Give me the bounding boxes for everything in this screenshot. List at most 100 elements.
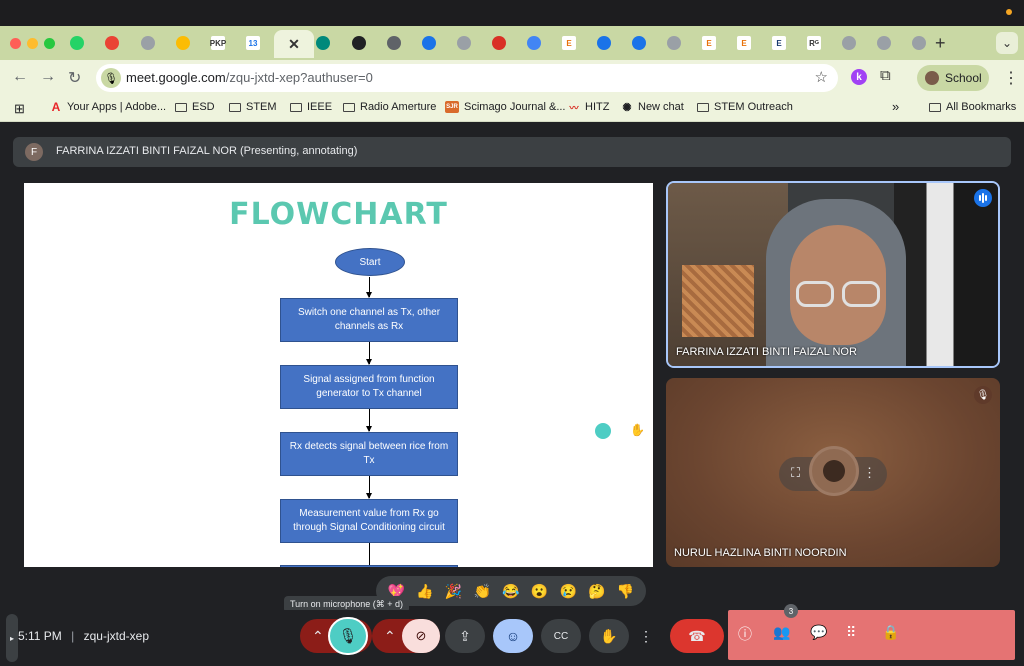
present-screen-button[interactable]: ⇪ — [445, 619, 485, 653]
tab-meet[interactable] — [314, 34, 332, 52]
apps-grid-icon[interactable]: ⊞ — [14, 101, 25, 117]
raise-hand-button[interactable]: ✋ — [589, 619, 629, 653]
reaction-crying[interactable]: 😢 — [560, 583, 577, 600]
new-tab-button[interactable]: + — [935, 33, 946, 54]
camera-control: ⌃ ⊘ — [372, 619, 440, 653]
side-panel-toggle[interactable]: ▸ — [6, 614, 18, 662]
tab-e[interactable]: E — [560, 34, 578, 52]
tab-pkp[interactable]: PKP — [209, 34, 227, 52]
profile-button[interactable]: School — [917, 65, 989, 91]
camera-options-chevron-icon[interactable]: ⌃ — [384, 628, 396, 645]
bookmark-stem[interactable]: STEM — [229, 101, 277, 113]
tab-globe[interactable] — [840, 34, 858, 52]
address-bar[interactable]: 🎙 meet.google.com/zqu-jxtd-xep?authuser=… — [96, 64, 838, 92]
bookmark-esd[interactable]: ESD — [175, 101, 215, 113]
bookmark-stem-outreach[interactable]: STEM Outreach — [697, 101, 793, 113]
bookmark-label: Scimago Journal &... — [464, 101, 566, 113]
tab-researchgate[interactable]: Rᴳ — [805, 34, 823, 52]
presenter-avatar: F — [25, 143, 43, 161]
close-tab-icon[interactable]: ✕ — [288, 36, 300, 53]
tab-gmail[interactable] — [103, 34, 121, 52]
leave-call-button[interactable]: ☎ — [670, 619, 724, 653]
reaction-laughing[interactable]: 😂 — [502, 583, 519, 600]
flowchart-step-4: Measurement value from Rx go through Sig… — [280, 499, 458, 543]
meeting-details-icon[interactable]: ⓘ — [738, 624, 752, 644]
tab-globe[interactable] — [139, 34, 157, 52]
bookmark-adobe[interactable]: A Your Apps | Adobe... — [50, 100, 166, 114]
bookmark-scimago[interactable]: SJR Scimago Journal &... — [445, 101, 566, 113]
reaction-clapping[interactable]: 👏 — [474, 583, 491, 600]
folder-icon — [229, 102, 241, 112]
tab-calendar[interactable]: 13 — [244, 34, 262, 52]
participant-tile-speaking[interactable]: FARRINA IZZATI BINTI FAIZAL NOR — [666, 181, 1000, 368]
all-bookmarks[interactable]: All Bookmarks — [929, 101, 1016, 113]
tab-shield[interactable] — [630, 34, 648, 52]
tab-gear[interactable] — [420, 34, 438, 52]
microphone-in-use-icon[interactable]: 🎙 — [101, 68, 121, 88]
browser-menu-icon[interactable]: ⋮ — [1003, 68, 1019, 88]
minimize-window-button[interactable] — [27, 38, 38, 49]
e-icon: E — [702, 36, 716, 50]
close-window-button[interactable] — [10, 38, 21, 49]
presentation-slide: FLOWCHART Start Switch one channel as Tx… — [24, 183, 653, 567]
reaction-thumbs-down[interactable]: 👎 — [617, 583, 634, 600]
host-controls-icon[interactable]: 🔒 — [882, 624, 899, 641]
url-text[interactable]: meet.google.com/zqu-jxtd-xep?authuser=0 — [126, 70, 373, 85]
extensions-puzzle-icon[interactable]: ⧉ — [880, 67, 891, 84]
doc-icon — [387, 36, 401, 50]
tab-drive[interactable] — [174, 34, 192, 52]
bookmark-radio[interactable]: Radio Amerture — [343, 101, 436, 113]
bookmark-star-icon[interactable]: ☆ — [815, 68, 828, 86]
bookmark-hitz[interactable]: 〰 HITZ — [568, 101, 609, 113]
tab-globe[interactable] — [910, 34, 928, 52]
tab-globe[interactable] — [665, 34, 683, 52]
folder-icon — [175, 102, 187, 112]
globe-icon — [141, 36, 155, 50]
participant-tile[interactable]: 🎙 ⛶ ⋮ NURUL HAZLINA BINTI NOORDIN — [666, 378, 1000, 567]
tab-layers[interactable] — [525, 34, 543, 52]
back-button[interactable]: ← — [12, 68, 28, 86]
extension-k-icon[interactable]: k — [851, 69, 867, 85]
bookmark-new-chat[interactable]: ✺ New chat — [621, 101, 683, 114]
tab-globe[interactable] — [875, 34, 893, 52]
chat-icon[interactable]: 💬 — [810, 624, 827, 641]
navigation-bar: ← → ↻ 🎙 meet.google.com/zqu-jxtd-xep?aut… — [0, 60, 1024, 96]
hitz-icon — [492, 36, 506, 50]
tab-chatgpt[interactable] — [350, 34, 368, 52]
shield-icon — [597, 36, 611, 50]
reaction-surprised[interactable]: 😮 — [531, 583, 548, 600]
activities-icon[interactable]: ⠿ — [846, 624, 856, 641]
reaction-party-popper[interactable]: 🎉 — [445, 583, 462, 600]
camera-off-button[interactable]: ⊘ — [402, 619, 440, 653]
tab-e[interactable]: E — [735, 34, 753, 52]
layers-icon — [527, 36, 541, 50]
people-icon[interactable]: 👥 — [773, 624, 790, 641]
more-bookmarks-icon[interactable]: » — [892, 99, 899, 114]
zoom-window-button[interactable] — [44, 38, 55, 49]
forward-button[interactable]: → — [40, 68, 56, 86]
tab-whatsapp[interactable] — [68, 34, 86, 52]
tab-shield[interactable] — [595, 34, 613, 52]
reactions-button[interactable]: ☺ — [493, 619, 533, 653]
tab-search-button[interactable]: ⌄ — [996, 32, 1018, 54]
more-options-icon[interactable]: ⋮ — [863, 465, 876, 481]
tab-elsevier[interactable]: E — [770, 34, 788, 52]
url-path: /zqu-jxtd-xep?authuser=0 — [225, 70, 373, 85]
participant-avatar[interactable] — [809, 446, 859, 496]
captions-button[interactable]: CC — [541, 619, 581, 653]
tab-google-meet-active[interactable]: ✕ — [274, 30, 314, 58]
microphone-off-button[interactable]: 🎙 — [328, 617, 368, 655]
tab-hitz[interactable] — [490, 34, 508, 52]
tab-image[interactable] — [455, 34, 473, 52]
flowchart-step-1: Switch one channel as Tx, other channels… — [280, 298, 458, 342]
tab-doc[interactable] — [385, 34, 403, 52]
fullscreen-icon[interactable]: ⛶ — [791, 465, 800, 481]
reload-button[interactable]: ↻ — [68, 68, 81, 88]
reaction-thumbs-up[interactable]: 👍 — [416, 583, 433, 600]
mic-options-chevron-icon[interactable]: ⌃ — [312, 628, 324, 645]
reaction-thinking[interactable]: 🤔 — [588, 583, 605, 600]
tab-e[interactable]: E — [700, 34, 718, 52]
more-options-button[interactable]: ⋮ — [630, 619, 662, 653]
e-icon: E — [737, 36, 751, 50]
bookmark-ieee[interactable]: IEEE — [290, 101, 332, 113]
